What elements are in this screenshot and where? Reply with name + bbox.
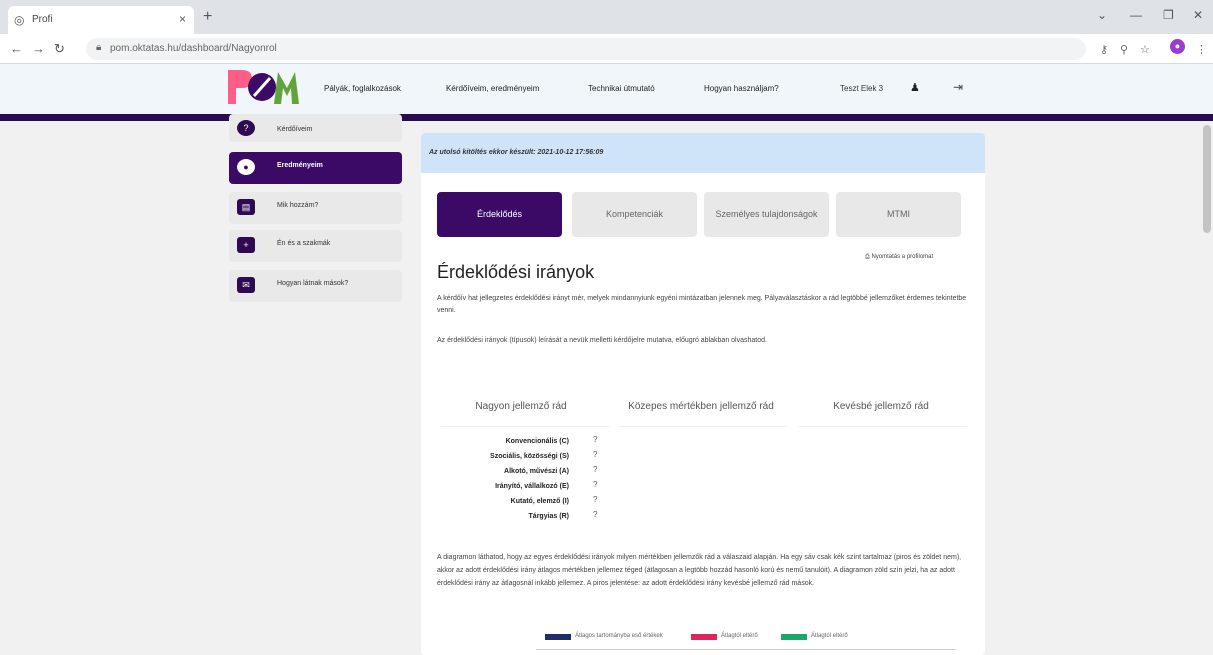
column-less-typical: Kevésbé jellemző rád	[833, 401, 929, 412]
lock-icon: 🔒︎	[96, 42, 102, 53]
user-icon[interactable]: ♟	[910, 81, 920, 94]
envelope-icon: ✉	[237, 277, 255, 293]
address-toolbar: ← → ↻ 🔒︎ pom.oktatas.hu/dashboard/Nagyon…	[0, 34, 1213, 64]
type-enterprising: Irányító, vállalkozó (E)	[495, 483, 569, 490]
globe-icon: ◎	[14, 13, 25, 27]
column-very-typical: Nagyon jellemző rád	[475, 401, 567, 412]
url-bar[interactable]: 🔒︎ pom.oktatas.hu/dashboard/Nagyonrol	[86, 38, 1086, 60]
sidebar-item-how-others-see[interactable]: ✉ Hogyan látnak mások?	[229, 270, 402, 302]
header-divider	[0, 114, 1213, 121]
sidebar-item-me-and-jobs[interactable]: + Én és a szakmák	[229, 230, 402, 262]
sidebar-item-label: Én és a szakmák	[277, 240, 331, 247]
legend-swatch-below	[691, 634, 717, 640]
id-card-icon: ▤	[237, 199, 255, 215]
nav-careers[interactable]: Pályák, foglalkozások	[324, 84, 401, 93]
tab-personal-traits[interactable]: Személyes tulajdonságok	[704, 192, 829, 237]
menu-icon[interactable]: ⋮	[1196, 43, 1207, 56]
sidebar-item-label: Mik hozzám?	[277, 202, 319, 209]
tab-competencies[interactable]: Kompetenciák	[572, 192, 697, 237]
chart-axis	[536, 649, 956, 650]
close-window-icon[interactable]: ✕	[1193, 8, 1203, 22]
help-icon[interactable]: ?	[593, 450, 597, 459]
type-social: Szociális, közösségi (S)	[490, 453, 569, 460]
legend-label-below: Átlagtól eltérő	[721, 633, 758, 639]
profile-avatar[interactable]: ●	[1170, 39, 1185, 54]
sidebar-item-results[interactable]: ● Eredményeim	[229, 152, 402, 184]
print-link-label: Nyomtatás a profilomat	[871, 254, 934, 260]
help-icon[interactable]: ?	[593, 465, 597, 474]
intro-paragraph: A kérdőív hat jellegzetes érdeklődési ir…	[437, 295, 967, 314]
scroll-thumb[interactable]	[1203, 125, 1211, 233]
sidebar-item-label: Hogyan látnak mások?	[277, 280, 349, 287]
star-icon[interactable]: ☆	[1140, 43, 1150, 56]
url-text: pom.oktatas.hu/dashboard/Nagyonrol	[110, 43, 277, 54]
chevron-down-icon[interactable]: ⌄	[1097, 8, 1107, 22]
section-title: Érdeklődési irányok	[437, 262, 595, 282]
type-artistic: Alkotó, művészi (A)	[504, 468, 569, 475]
column-divider	[799, 426, 967, 427]
help-icon[interactable]: ?	[593, 495, 597, 504]
zoom-icon[interactable]: ⚲	[1120, 43, 1128, 56]
tab-title: Profi	[32, 14, 53, 25]
print-link[interactable]: ⎙ Nyomtatás a profilomat	[865, 254, 933, 261]
help-paragraph: Az érdeklődési irányok (típusok) leírásá…	[437, 337, 767, 344]
logout-icon[interactable]: ⇥	[953, 80, 963, 94]
close-icon[interactable]: ×	[179, 12, 186, 26]
new-tab-icon[interactable]: +	[203, 8, 212, 26]
page-scrollbar[interactable]	[1201, 121, 1213, 655]
column-divider	[441, 426, 609, 427]
sidebar-item-what-fits-me[interactable]: ▤ Mik hozzám?	[229, 192, 402, 224]
legend-swatch-above	[781, 634, 807, 640]
last-fill-text: Az utolsó kitöltés ekkor készült: 2021-1…	[429, 149, 604, 156]
tab-mtmi[interactable]: MTMI	[836, 192, 961, 237]
type-realistic: Tárgyias (R)	[528, 513, 569, 520]
type-investigative: Kutató, elemző (I)	[510, 498, 569, 505]
key-icon[interactable]: ⚷	[1100, 43, 1108, 56]
tab-interest[interactable]: Érdeklődés	[437, 192, 562, 237]
pom-logo[interactable]	[226, 68, 300, 106]
browser-tabbar: ◎ Profi × + ⌄ — ❐ ✕	[0, 0, 1213, 34]
nav-how-to-use[interactable]: Hogyan használjam?	[704, 84, 779, 93]
add-person-icon: +	[237, 237, 255, 253]
sidebar-item-questionnaires[interactable]: ? Kérdőíveim	[229, 114, 402, 142]
help-icon[interactable]: ?	[593, 435, 597, 444]
forward-icon[interactable]: →	[32, 41, 45, 56]
minimize-icon[interactable]: —	[1130, 8, 1142, 22]
type-conventional: Konvencionális (C)	[505, 438, 569, 445]
help-icon[interactable]: ?	[593, 480, 597, 489]
last-fill-banner: Az utolsó kitöltés ekkor készült: 2021-1…	[421, 133, 985, 173]
sidebar-item-label: Eredményeim	[277, 162, 323, 169]
person-icon: ●	[237, 159, 255, 175]
help-icon[interactable]: ?	[593, 510, 597, 519]
reload-icon[interactable]: ↻	[54, 41, 65, 57]
column-divider	[619, 426, 787, 427]
sidebar-item-label: Kérdőíveim	[277, 126, 313, 133]
user-name[interactable]: Teszt Elek 3	[840, 84, 883, 93]
nav-questionnaires[interactable]: Kérdőíveim, eredményeim	[446, 84, 539, 93]
legend-label-average: Átlagos tartományba eső értékek	[575, 633, 663, 639]
browser-tab[interactable]: ◎ Profi ×	[8, 6, 194, 34]
maximize-icon[interactable]: ❐	[1163, 8, 1174, 22]
chart-legend: Átlagos tartományba eső értékek Átlagtól…	[421, 632, 985, 642]
nav-technical-guide[interactable]: Technikai útmutató	[588, 84, 655, 93]
legend-swatch-average	[545, 634, 571, 640]
back-icon[interactable]: ←	[10, 41, 23, 56]
results-panel: Az utolsó kitöltés ekkor készült: 2021-1…	[421, 133, 985, 655]
chart-explanation: A diagramon láthatod, hogy az egyes érde…	[437, 554, 962, 587]
legend-label-above: Átlagtól eltérő	[811, 633, 848, 639]
question-icon: ?	[237, 120, 255, 136]
column-moderately-typical: Közepes mértékben jellemző rád	[628, 401, 774, 412]
